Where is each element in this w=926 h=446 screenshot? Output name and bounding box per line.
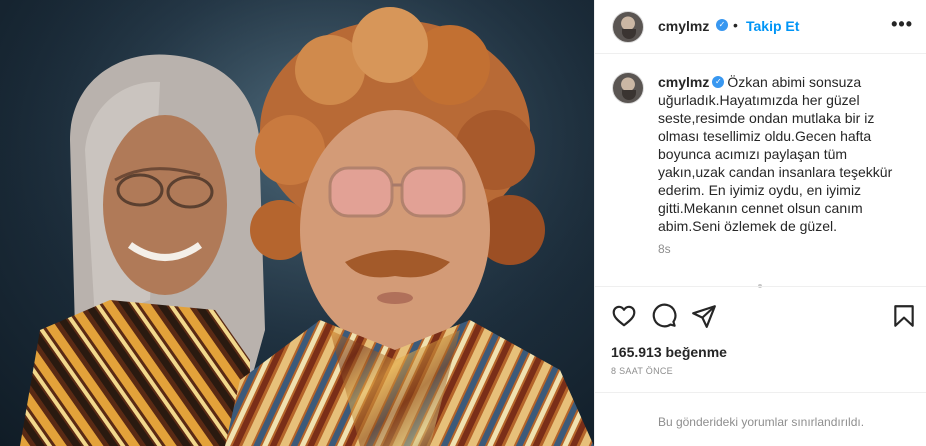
like-count[interactable]: 165.913 beğenme xyxy=(611,344,727,360)
share-icon[interactable] xyxy=(691,303,717,329)
caption-author-avatar[interactable] xyxy=(612,72,644,104)
more-options-icon[interactable]: ••• xyxy=(891,14,913,35)
post-header: cmylmz ✓ • Takip Et ••• xyxy=(595,0,926,54)
post-photo-illustration xyxy=(0,0,594,446)
caption-username[interactable]: cmylmz xyxy=(658,74,709,90)
follow-button[interactable]: Takip Et xyxy=(746,18,799,34)
comment-icon[interactable] xyxy=(651,303,677,329)
comments-limited-notice: Bu gönderideki yorumlar sınırlandırıldı. xyxy=(595,392,926,446)
caption-area: cmylmz ✓ Özkan abimi sonsuza uğurladık.Hay… xyxy=(595,55,926,288)
post-side-panel: cmylmz ✓ • Takip Et ••• cmylmz ✓ Özkan abi… xyxy=(594,0,926,446)
post-timestamp[interactable]: 8 SAAT ÖNCE xyxy=(611,366,673,376)
caption-text: Özkan abimi sonsuza uğurladık.Hayatımızd… xyxy=(658,74,893,234)
caption-verified-badge-icon: ✓ xyxy=(712,76,725,89)
author-username[interactable]: cmylmz xyxy=(658,18,709,34)
action-bar xyxy=(595,286,926,346)
caption-age: 8s xyxy=(658,242,671,256)
separator-dot: • xyxy=(733,17,738,33)
bookmark-icon[interactable] xyxy=(891,303,917,329)
heart-icon[interactable] xyxy=(611,303,637,329)
post-image[interactable] xyxy=(0,0,594,446)
post-caption: cmylmz ✓ Özkan abimi sonsuza uğurladık.Hay… xyxy=(658,73,916,235)
verified-badge-icon: ✓ xyxy=(716,19,728,31)
author-avatar[interactable] xyxy=(612,11,644,43)
